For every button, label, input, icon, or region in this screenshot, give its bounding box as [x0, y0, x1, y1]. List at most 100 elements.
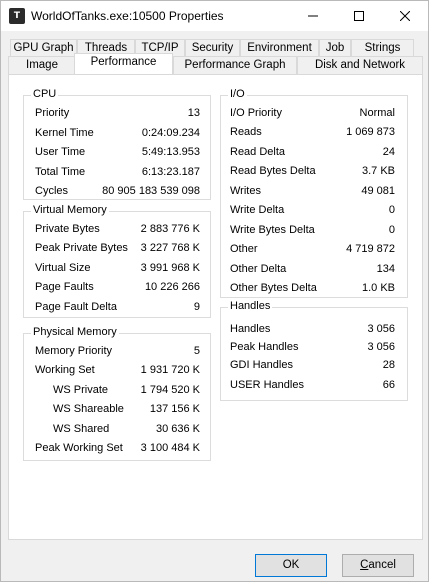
- cpu-row: Total Time 6:13:23.187: [35, 165, 200, 179]
- row-label: Priority: [35, 107, 70, 119]
- vm-row: Private Bytes 2 883 776 K: [35, 222, 200, 236]
- row-label: Page Fault Delta: [35, 301, 117, 313]
- row-label: Peak Working Set: [35, 442, 123, 454]
- io-row: Reads 1 069 873: [230, 125, 395, 139]
- row-value: 5: [193, 345, 200, 357]
- tab-strip: GPU Graph Threads TCP/IP Security Enviro…: [1, 37, 429, 77]
- row-label: I/O Priority: [230, 107, 282, 119]
- row-label: Cycles: [35, 185, 69, 197]
- close-button[interactable]: [382, 1, 428, 31]
- handles-group-title: Handles: [228, 300, 273, 312]
- io-row: Write Delta 0: [230, 203, 395, 217]
- row-value: 137 156 K: [149, 403, 200, 415]
- tab-security[interactable]: Security: [185, 39, 240, 57]
- handles-row: USER Handles 66: [230, 378, 395, 392]
- row-label: Virtual Size: [35, 262, 91, 274]
- cancel-label-rest: ancel: [368, 559, 396, 571]
- row-value: 28: [382, 359, 395, 371]
- row-value: 4 719 872: [346, 243, 395, 255]
- virtual-memory-group-title: Virtual Memory: [31, 204, 109, 216]
- minimize-button[interactable]: [290, 1, 336, 31]
- cpu-group: CPU Priority 13 Kernel Time 0:24:09.234 Us…: [23, 88, 211, 200]
- maximize-icon: [354, 11, 364, 21]
- row-label: Writes: [230, 185, 261, 197]
- row-value: 13: [187, 107, 200, 119]
- row-value: 3 227 768 K: [140, 242, 200, 254]
- row-value: 0: [388, 224, 395, 236]
- row-label: USER Handles: [230, 379, 304, 391]
- row-label: Total Time: [35, 166, 86, 178]
- row-value: 5:49:13.953: [141, 146, 200, 158]
- minimize-icon: [308, 15, 318, 17]
- title-bar[interactable]: T WorldOfTanks.exe:10500 Properties: [1, 1, 428, 31]
- row-label: Write Bytes Delta: [230, 224, 315, 236]
- handles-row: Handles 3 056: [230, 322, 395, 336]
- vm-row: Virtual Size 3 991 968 K: [35, 261, 200, 275]
- row-label: Other Delta: [230, 263, 287, 275]
- cpu-row: Kernel Time 0:24:09.234: [35, 126, 200, 140]
- row-value: 0: [388, 204, 395, 216]
- row-label: Other Bytes Delta: [230, 282, 317, 294]
- tab-performance-graph[interactable]: Performance Graph: [173, 56, 297, 74]
- io-row: Other Delta 134: [230, 262, 395, 276]
- io-row: Read Bytes Delta 3.7 KB: [230, 164, 395, 178]
- maximize-button[interactable]: [336, 1, 382, 31]
- io-row: I/O Priority Normal: [230, 106, 395, 120]
- pm-row: Working Set 1 931 720 K: [35, 363, 200, 377]
- tab-performance[interactable]: Performance: [74, 53, 173, 74]
- cpu-row: Priority 13: [35, 106, 200, 120]
- row-value: 1.0 KB: [361, 282, 395, 294]
- cpu-row: Cycles 80 905 183 539 098: [35, 184, 200, 198]
- row-value: 3 991 968 K: [140, 262, 200, 274]
- row-label: Peak Handles: [230, 341, 299, 353]
- pm-row: Memory Priority 5: [35, 344, 200, 358]
- row-value: 3 100 484 K: [140, 442, 200, 454]
- io-row: Write Bytes Delta 0: [230, 223, 395, 237]
- row-value: 49 081: [361, 185, 395, 197]
- row-label: User Time: [35, 146, 86, 158]
- window-title: WorldOfTanks.exe:10500 Properties: [31, 9, 224, 23]
- tab-gpu-graph[interactable]: GPU Graph: [10, 39, 77, 57]
- io-group: I/O I/O Priority Normal Reads 1 069 873 Re…: [220, 88, 408, 298]
- row-label: Page Faults: [35, 281, 94, 293]
- physical-memory-group: Physical Memory Memory Priority 5 Working…: [23, 326, 211, 461]
- ok-button[interactable]: OK: [255, 554, 327, 577]
- row-value: 80 905 183 539 098: [102, 185, 200, 197]
- row-value: 134: [376, 263, 395, 275]
- row-value: 1 794 520 K: [140, 384, 200, 396]
- row-label: GDI Handles: [230, 359, 293, 371]
- pm-row: WS Private 1 794 520 K: [53, 383, 200, 397]
- vm-row: Page Fault Delta 9: [35, 300, 200, 314]
- row-value: 30 636 K: [155, 423, 200, 435]
- row-value: 6:13:23.187: [141, 166, 200, 178]
- row-label: Other: [230, 243, 258, 255]
- io-group-title: I/O: [228, 88, 247, 100]
- tab-environment[interactable]: Environment: [240, 39, 319, 57]
- handles-row: GDI Handles 28: [230, 358, 395, 372]
- vm-row: Peak Private Bytes 3 227 768 K: [35, 241, 200, 255]
- row-value: 3 056: [367, 341, 395, 353]
- cancel-button[interactable]: Cancel: [342, 554, 414, 577]
- row-label: Handles: [230, 323, 271, 335]
- tab-image[interactable]: Image: [8, 56, 76, 74]
- row-value: 1 069 873: [346, 126, 395, 138]
- close-icon: [399, 10, 411, 22]
- row-label: Kernel Time: [35, 127, 94, 139]
- cpu-group-title: CPU: [31, 88, 59, 100]
- row-label: Peak Private Bytes: [35, 242, 128, 254]
- virtual-memory-group: Virtual Memory Private Bytes 2 883 776 K …: [23, 204, 211, 318]
- vm-row: Page Faults 10 226 266: [35, 280, 200, 294]
- tab-disk-and-network[interactable]: Disk and Network: [297, 56, 423, 74]
- physical-memory-group-title: Physical Memory: [31, 326, 119, 338]
- tab-strings[interactable]: Strings: [351, 39, 414, 57]
- row-label: Reads: [230, 126, 262, 138]
- row-label: Write Delta: [230, 204, 285, 216]
- row-value: Normal: [359, 107, 395, 119]
- row-label: WS Shared: [53, 423, 110, 435]
- row-value: 9: [193, 301, 200, 313]
- pm-row: WS Shared 30 636 K: [53, 422, 200, 436]
- tab-job[interactable]: Job: [319, 39, 351, 57]
- row-label: WS Shareable: [53, 403, 124, 415]
- row-value: 0:24:09.234: [141, 127, 200, 139]
- row-value: 10 226 266: [144, 281, 200, 293]
